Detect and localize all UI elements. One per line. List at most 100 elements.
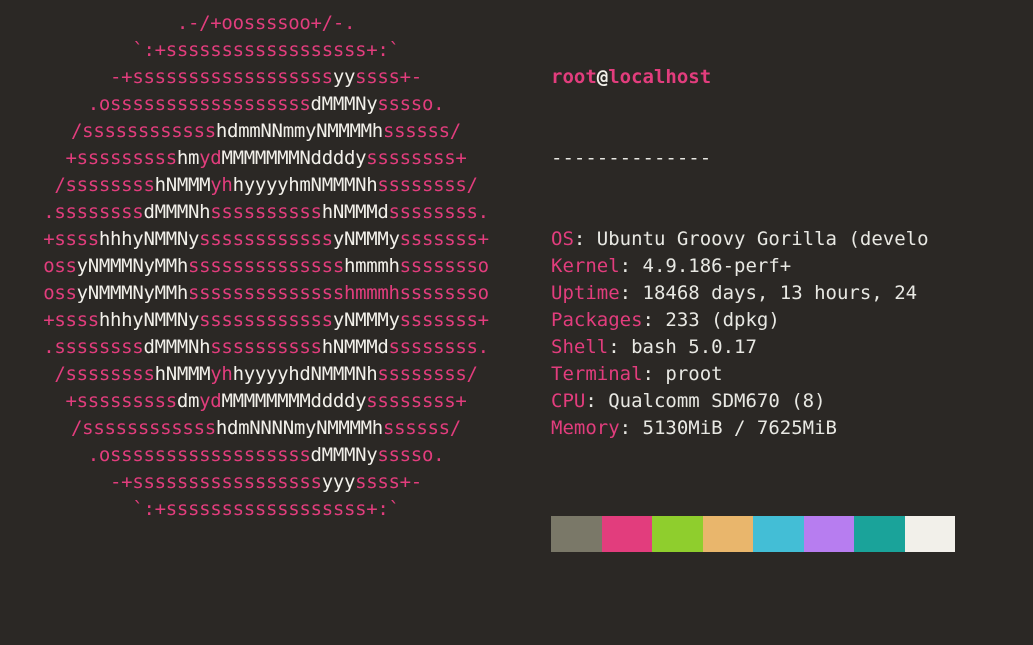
ascii-line: .-/+oossssoo+/-. [6, 10, 526, 37]
ascii-segment: ssssssssssss [199, 228, 333, 250]
ascii-segment: -+sssssssssssssssss [110, 471, 322, 493]
ascii-segment: /ssssssssssss [71, 417, 216, 439]
ascii-segment: ssssssss/ [377, 363, 477, 385]
ascii-art-panel: .-/+oossssoo+/-. `:+ssssssssssssssssss+:`… [0, 0, 526, 645]
info-label: CPU [551, 390, 585, 412]
ascii-segment: yh [210, 363, 232, 385]
info-value: proot [654, 363, 723, 385]
info-colon: : [585, 390, 596, 412]
ascii-segment: ssssssssssss [199, 309, 333, 331]
ascii-segment: ssssssss. [389, 336, 489, 358]
ascii-segment: `:+ssssssssssssssssss+:` [132, 39, 399, 61]
divider-line: -------------- [551, 145, 1033, 172]
ascii-line: `:+ssssssssssssssssss+:` [6, 496, 526, 523]
ascii-segment: +sssssssss [65, 147, 176, 169]
ascii-segment: yNMMMNyMMh [77, 282, 188, 304]
ascii-segment: /ssssssssssss [71, 120, 216, 142]
ascii-line: -+sssssssssssssssssyyyssss+- [6, 469, 526, 496]
color-swatch-row [551, 516, 1033, 552]
user-host-line: root@localhost [551, 64, 1033, 91]
info-row: OS: Ubuntu Groovy Gorilla (develo [551, 226, 1033, 253]
ascii-segment: yyy [322, 471, 355, 493]
ascii-segment: sssssss+ [400, 309, 489, 331]
ascii-segment: .ssssssss [43, 336, 143, 358]
ascii-segment: /ssssssss [54, 174, 154, 196]
ascii-segment: ssssssss/ [377, 174, 477, 196]
ascii-segment: .-/+oossssoo+/-. [177, 12, 355, 34]
ascii-line: .ossssssssssssssssssdMMMNysssso. [6, 91, 526, 118]
info-value: 4.9.186-perf+ [631, 255, 791, 277]
host-name: localhost [608, 66, 711, 88]
ascii-segment: .ossssssssssssssssss [88, 444, 311, 466]
info-row: Shell: bash 5.0.17 [551, 334, 1033, 361]
info-value: 233 (dpkg) [654, 309, 780, 331]
color-swatch [602, 516, 653, 552]
ascii-segment: yd [199, 147, 221, 169]
ascii-segment: dMMMNh [143, 336, 210, 358]
ascii-segment: hNMMMd [322, 201, 389, 223]
ascii-segment: yNMMMy [333, 228, 400, 250]
ascii-segment: yd [199, 390, 221, 412]
info-colon: : [620, 255, 631, 277]
info-label: Kernel [551, 255, 620, 277]
info-label: Packages [551, 309, 643, 331]
info-colon: : [620, 417, 631, 439]
color-swatch [652, 516, 703, 552]
ascii-segment: yh [210, 174, 232, 196]
ascii-segment: ssssssss. [389, 201, 489, 223]
ascii-segment: hhhyNMMNy [99, 228, 199, 250]
ascii-line: .ssssssssdMMMNhsssssssssshNMMMdssssssss. [6, 199, 526, 226]
ascii-segment: ssssssssss [210, 201, 321, 223]
ascii-segment: sssso. [377, 444, 444, 466]
ascii-segment: sssso. [377, 93, 444, 115]
info-value: 18468 days, 13 hours, 24 [631, 282, 917, 304]
ascii-segment: MMMMMMMMddddy [221, 390, 366, 412]
ascii-segment: sssssssssssssshmmmhssssssso [188, 282, 489, 304]
ascii-line: ossyNMMMNyMMhsssssssssssssshmmmhssssssso [6, 253, 526, 280]
info-row: Terminal: proot [551, 361, 1033, 388]
ascii-line: -+ssssssssssssssssssyyssss+- [6, 64, 526, 91]
ascii-segment: hNMMMd [322, 336, 389, 358]
info-row: Memory: 5130MiB / 7625MiB [551, 415, 1033, 442]
ascii-line: /sssssssshNMMMyhhyyyyhmNMMMNhssssssss/ [6, 172, 526, 199]
info-row: Kernel: 4.9.186-perf+ [551, 253, 1033, 280]
ascii-segment: dMMMNy [311, 444, 378, 466]
ascii-segment: `:+ssssssssssssssssss+:` [132, 498, 399, 520]
ascii-segment: yNMMMy [333, 309, 400, 331]
color-swatch [854, 516, 905, 552]
info-row: CPU: Qualcomm SDM670 (8) [551, 388, 1033, 415]
at-symbol: @ [597, 66, 608, 88]
ascii-segment: ssssssssss [210, 336, 321, 358]
ascii-line: .ssssssssdMMMNhsssssssssshNMMMdssssssss. [6, 334, 526, 361]
ascii-line: /sssssssssssshdmNNNNmyNMMMMhssssss/ [6, 415, 526, 442]
info-value: 5130MiB / 7625MiB [631, 417, 837, 439]
ascii-segment: hNMMM [155, 174, 211, 196]
info-colon: : [620, 282, 631, 304]
ascii-segment: oss [43, 282, 76, 304]
ascii-segment: /ssssssss [54, 363, 154, 385]
info-row: Uptime: 18468 days, 13 hours, 24 [551, 280, 1033, 307]
ascii-segment: ssss+- [355, 66, 422, 88]
ascii-segment: hm [177, 147, 199, 169]
info-colon: : [574, 228, 585, 250]
info-label: Shell [551, 336, 608, 358]
ascii-segment: ssssssss+ [366, 147, 466, 169]
ascii-segment: hdmNNNNmyNMMMMh [216, 417, 383, 439]
ascii-segment: sssssss+ [400, 228, 489, 250]
info-label: OS [551, 228, 574, 250]
ascii-segment: oss [43, 255, 76, 277]
ascii-segment: +ssss [43, 309, 99, 331]
ascii-segment: -+ssssssssssssssssss [110, 66, 333, 88]
ascii-segment: dm [177, 390, 199, 412]
info-colon: : [608, 336, 619, 358]
color-swatch [905, 516, 956, 552]
ascii-line: .ossssssssssssssssssdMMMNysssso. [6, 442, 526, 469]
ascii-line: +sssshhhyNMMNyssssssssssssyNMMMysssssss+ [6, 226, 526, 253]
ascii-segment: ssss+- [355, 471, 422, 493]
ascii-segment: .ssssssss [43, 201, 143, 223]
ascii-segment: ssssssso [400, 255, 489, 277]
ascii-segment: ssssss/ [383, 120, 461, 142]
ascii-segment: yy [333, 66, 355, 88]
info-label: Uptime [551, 282, 620, 304]
color-swatch [804, 516, 855, 552]
